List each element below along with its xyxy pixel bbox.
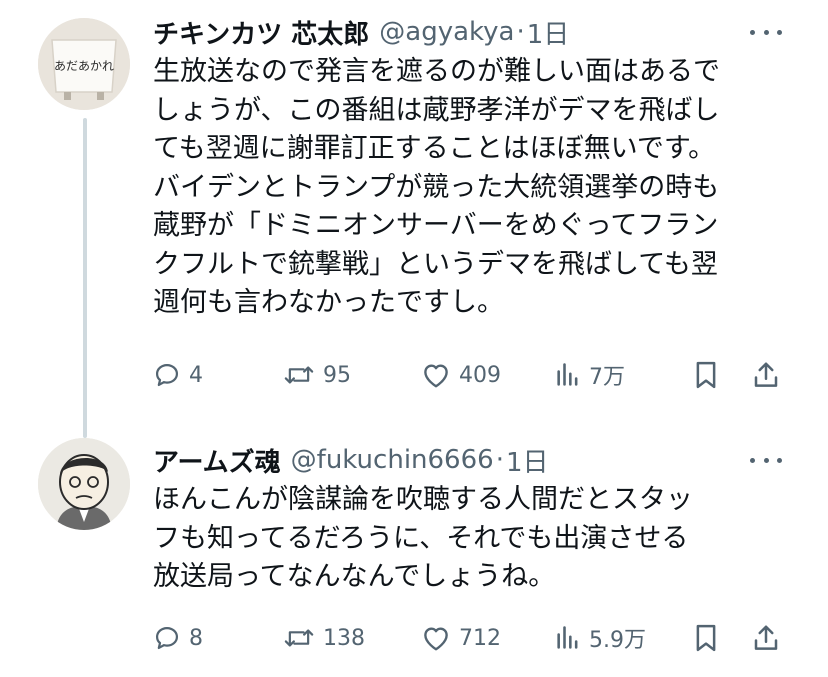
- like-count: 712: [459, 625, 501, 651]
- more-dot: [777, 29, 782, 35]
- like-icon: [424, 364, 448, 388]
- views-button[interactable]: 7万: [555, 355, 625, 395]
- timestamp[interactable]: 1日: [506, 442, 549, 479]
- views-count: 5.9万: [589, 628, 646, 653]
- reply-button[interactable]: 8: [153, 618, 203, 658]
- reply-count: 4: [189, 362, 203, 388]
- tweet-text-line: クフルトで銃撃戦」というデマを飛ばしても翌: [153, 248, 718, 280]
- tweet-text: 生放送なので発言を遮るのが難しい面はあるで しょうが、この番組は蔵野孝洋がデマを…: [153, 53, 793, 323]
- share-icon: [754, 625, 778, 650]
- reply-count: 8: [189, 625, 203, 651]
- like-button[interactable]: 409: [421, 355, 501, 395]
- more-dot: [750, 457, 755, 463]
- reply-button[interactable]: 4: [153, 355, 203, 395]
- tweet[interactable]: あだあかれ チキンカツ 芯太郎 @agyakya · 1日 生放送なので発言を遮…: [0, 0, 828, 438]
- more-icon[interactable]: [750, 450, 782, 470]
- more-dot: [763, 29, 769, 35]
- tweet-text-line: 放送局ってなんなんでしょうね。: [153, 561, 556, 592]
- tweet-text-line: バイデンとトランプが競った大統領選挙の時も: [153, 171, 720, 203]
- reply-icon: [155, 626, 179, 650]
- reply-icon: [155, 363, 179, 387]
- views-icon: [557, 626, 578, 649]
- action-bar: 4 95 409 7万: [153, 355, 793, 395]
- more-dot: [763, 457, 769, 463]
- more-icon[interactable]: [750, 22, 782, 42]
- avatar-image: [38, 438, 130, 530]
- tweet-text-line: フも知ってるだろうに、それでも出演させる: [153, 522, 689, 554]
- tweet-text-line: 蔵野が「ドミニオンサーバーをめぐってフラン: [153, 210, 719, 241]
- tweet-header: チキンカツ 芯太郎 @agyakya · 1日: [153, 10, 569, 54]
- avatar[interactable]: あだあかれ: [38, 18, 130, 110]
- views-button[interactable]: 5.9万: [555, 618, 646, 658]
- display-name[interactable]: チキンカツ 芯太郎: [153, 14, 369, 51]
- separator-dot: ·: [516, 17, 525, 47]
- bookmark-icon: [696, 624, 716, 652]
- like-icon: [424, 627, 448, 651]
- tweet-text-line: 生放送なので発言を遮るのが難しい面はあるで: [153, 56, 720, 87]
- tweet-header: アームズ魂 @fukuchin6666 · 1日: [153, 438, 549, 482]
- like-count: 409: [459, 362, 501, 388]
- tweet-text-line: しょうが、この番組は蔵野孝洋がデマを飛ばし: [153, 94, 720, 126]
- retweet-icon: [284, 629, 314, 647]
- retweet-count: 95: [323, 362, 351, 388]
- display-name[interactable]: アームズ魂: [153, 442, 281, 479]
- views-icon: [557, 363, 578, 386]
- views-count: 7万: [589, 365, 625, 390]
- bookmark-button[interactable]: [693, 355, 719, 395]
- retweet-button[interactable]: 95: [283, 355, 351, 395]
- timestamp[interactable]: 1日: [527, 14, 570, 51]
- bookmark-button[interactable]: [693, 618, 719, 658]
- user-handle[interactable]: @agyakya: [379, 17, 514, 47]
- avatar[interactable]: [38, 438, 130, 530]
- more-dot: [750, 29, 755, 35]
- tweet-text: ほんこんが陰謀論を吹聴する人間だとスタッ フも知ってるだろうに、それでも出演させ…: [153, 481, 793, 597]
- bookmark-icon: [696, 361, 716, 389]
- avatar-image: あだあかれ: [38, 18, 130, 110]
- tweet-text-line: ほんこんが陰謀論を吹聴する人間だとスタッ: [153, 484, 693, 515]
- tweet[interactable]: アームズ魂 @fukuchin6666 · 1日 ほんこんが陰謀論を吹聴する人間…: [0, 420, 828, 677]
- tweet-text-line: ても翌週に謝罪訂正することはほぼ無いです。: [153, 133, 716, 164]
- avatar-logo-text: あだあかれ: [54, 59, 114, 73]
- tweet-text-line: 週何も言わなかったですし。: [153, 287, 504, 318]
- separator-dot: ·: [495, 445, 504, 475]
- more-dot: [777, 457, 782, 463]
- share-button[interactable]: [751, 618, 781, 658]
- share-button[interactable]: [751, 355, 781, 395]
- retweet-count: 138: [323, 625, 365, 651]
- action-bar: 8 138 712 5.9万: [153, 618, 793, 658]
- retweet-button[interactable]: 138: [283, 618, 365, 658]
- like-button[interactable]: 712: [421, 618, 501, 658]
- thread-connector: [83, 118, 87, 438]
- retweet-icon: [284, 366, 314, 384]
- user-handle[interactable]: @fukuchin6666: [291, 445, 494, 475]
- share-icon: [754, 362, 778, 387]
